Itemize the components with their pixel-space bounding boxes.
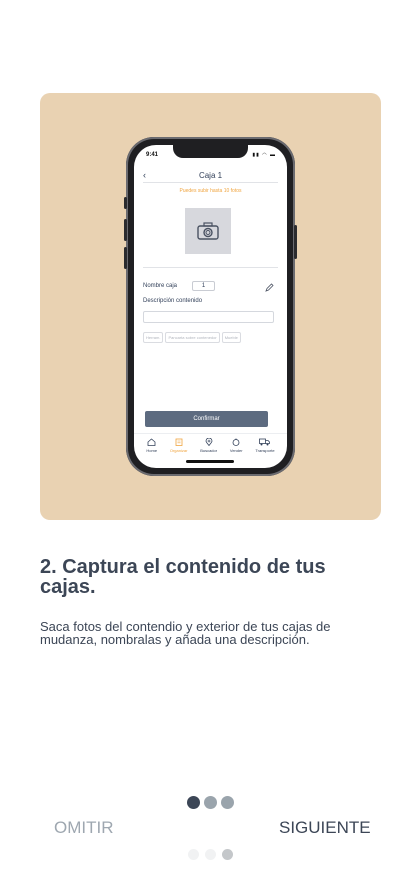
price-tag-icon [232,438,240,446]
box-name-label: Nombre caja [143,283,178,289]
home-icon [147,438,156,446]
page-dot-3 [221,849,233,860]
title-divider [143,182,278,183]
tab-vender: Vender [230,438,243,455]
camera-icon [197,222,219,240]
photo-limit-hint: Puedes subir hasta 10 fotos [179,188,242,194]
confirm-button: Confirmar [145,411,268,427]
phone-power-button [294,225,297,259]
suggestion-chip: Pancarta sobre contenedor [165,332,220,343]
page-dot-1 [187,849,199,860]
phone-volume-down [124,247,127,269]
next-button[interactable]: SIGUIENTE [279,818,371,838]
location-pin-icon [205,438,213,446]
home-indicator [186,460,234,463]
suggestion-chip: Herram. [143,332,164,343]
photo-placeholder [185,208,231,254]
tab-buscador: Buscador [200,438,217,455]
step-dot-3[interactable] [220,796,234,809]
tab-label: Home [146,448,158,453]
status-time: 9:41 [146,152,159,158]
tab-label: Buscador [200,448,218,453]
page-indicator [0,849,420,860]
tab-label: Transporte [255,448,275,453]
phone-mute-switch [124,197,127,209]
truck-icon [259,438,271,446]
skip-button[interactable]: OMITIR [54,818,114,838]
tab-organizar: Organizar [169,438,188,455]
step-heading: 2. Captura el contenido de tus cajas. [40,556,326,598]
description-field [143,311,274,323]
step-dot-1[interactable] [186,796,200,809]
screen-title: Caja 1 [198,171,223,180]
step-indicator [0,796,420,809]
tab-bar: Home Organizar Buscador Vender Transport… [134,433,287,455]
suggestion-chip: Mueble [221,332,241,343]
status-icons: ▮▮ ◠ ▬ [252,152,276,158]
phone-mockup: 9:41 ▮▮ ◠ ▬ ‹ Caja 1 Puedes subir hasta … [124,137,297,476]
tab-transporte: Transporte [255,438,275,455]
tab-label: Vender [229,448,243,453]
step-description: Saca fotos del contendio y exterior de t… [40,619,331,647]
box-name-field: 1 [192,281,215,291]
phone-notch [173,145,248,158]
onboarding-illustration: 9:41 ▮▮ ◠ ▬ ‹ Caja 1 Puedes subir hasta … [40,93,381,520]
description-label: Descripción contenido [143,298,203,304]
photo-divider [143,267,278,268]
pencil-icon [265,283,274,292]
phone-volume-up [124,219,127,241]
tab-home: Home [146,438,157,455]
page-dot-2 [204,849,216,860]
step-dot-2[interactable] [203,796,217,809]
suggestion-chips: Herram. Pancarta sobre contenedor Mueble [143,332,241,343]
tab-label: Organizar [169,448,188,453]
clipboard-icon [175,438,183,446]
phone-screen: 9:41 ▮▮ ◠ ▬ ‹ Caja 1 Puedes subir hasta … [134,145,287,468]
